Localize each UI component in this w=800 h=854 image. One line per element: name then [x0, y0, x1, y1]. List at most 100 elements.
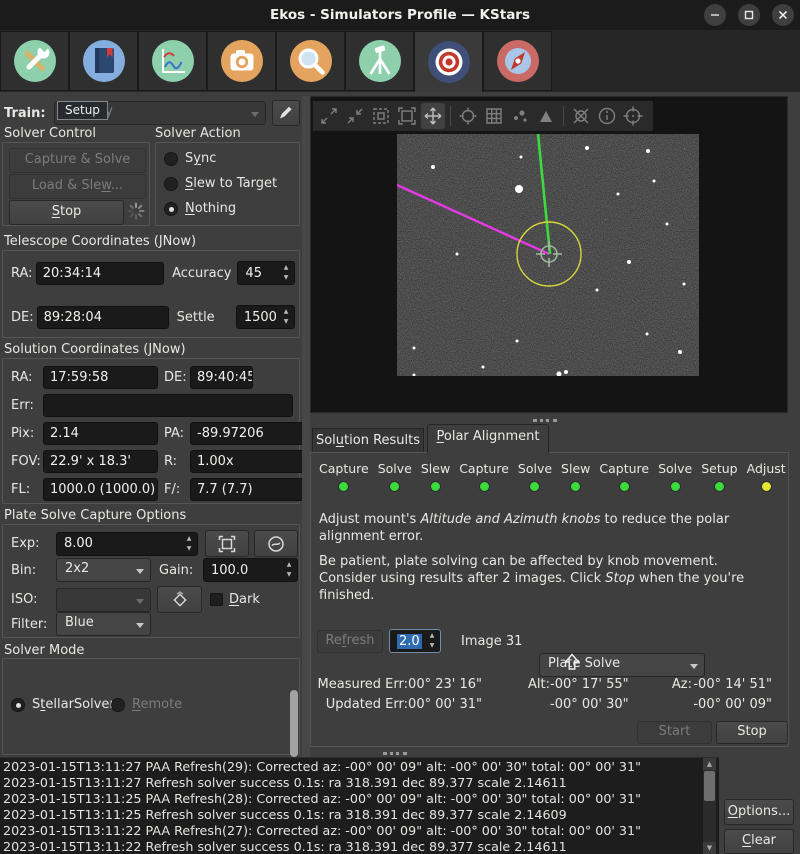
stage-status-dot: [389, 481, 400, 492]
live-rotation-button[interactable]: [254, 530, 298, 557]
scroll-thumb[interactable]: [704, 771, 715, 801]
solution-coords-title: Solution Coordinates (JNow): [4, 342, 186, 357]
solution-pix-field: 2.14: [43, 422, 158, 445]
zoom-in-icon[interactable]: [317, 103, 341, 129]
paa-stage: Solve: [378, 461, 412, 492]
stellarsolver-radio[interactable]: StellarSolver: [11, 697, 115, 712]
align-icon: [426, 39, 472, 85]
zoom-fit-icon[interactable]: [369, 103, 393, 129]
crosshair-icon[interactable]: [456, 103, 480, 129]
tab-analyze[interactable]: [138, 31, 207, 91]
paa-stage: Setup: [701, 461, 737, 492]
stage-status-dot: [338, 481, 349, 492]
train-label: Train:: [4, 106, 46, 121]
telescope-ra-field[interactable]: 20:34:14: [36, 262, 164, 285]
de-label: DE:: [11, 310, 37, 325]
exposure-spinbox[interactable]: 8.00▲▼: [56, 532, 198, 556]
sol-pix-label: Pix:: [11, 426, 43, 441]
grid-icon[interactable]: [482, 103, 506, 129]
tab-polar-alignment[interactable]: Polar Alignment: [427, 424, 549, 453]
panel-splitter[interactable]: [302, 96, 310, 757]
clear-button[interactable]: Clear: [724, 829, 794, 854]
az-value: -00° 14' 51": [692, 677, 772, 692]
detect-stars-icon[interactable]: [508, 103, 532, 129]
accuracy-label: Accuracy: [172, 266, 231, 281]
scroll-down-icon[interactable]: ▼: [703, 842, 716, 854]
ra-label: RA:: [11, 266, 36, 281]
minimize-button[interactable]: [704, 4, 726, 26]
tab-align[interactable]: [414, 31, 483, 92]
sync-radio[interactable]: Sync: [164, 151, 216, 166]
accuracy-spinbox[interactable]: 45▲▼: [237, 261, 295, 285]
solution-fov-field: 22.9' x 18.3': [43, 450, 158, 473]
toolbar-separator: [450, 106, 451, 126]
binning-select[interactable]: 2x2: [56, 558, 151, 582]
log-view[interactable]: 2023-01-15T13:11:27 PAA Refresh(29): Cor…: [0, 757, 719, 854]
load-slew-button[interactable]: Load & Slew...: [9, 174, 146, 199]
mark-stars-off-icon[interactable]: [569, 103, 593, 129]
dark-label: Dark: [229, 592, 260, 607]
tab-guide[interactable]: [483, 31, 552, 91]
info-icon[interactable]: [595, 103, 619, 129]
options-button[interactable]: Options...: [724, 799, 794, 825]
log-scrollbar[interactable]: ▲ ▼: [703, 758, 716, 854]
zoom-actual-icon[interactable]: [395, 103, 419, 129]
maximize-button[interactable]: [738, 4, 760, 26]
statistics-icon[interactable]: [534, 103, 558, 129]
capture-solve-button[interactable]: Capture & Solve: [9, 148, 146, 173]
log-line: 2023-01-15T13:11:25 Refresh solver succe…: [3, 807, 705, 823]
nothing-radio[interactable]: Nothing: [164, 201, 236, 216]
telescope-de-field[interactable]: 89:28:04: [37, 306, 169, 329]
solution-ra-field: 17:59:58: [43, 366, 158, 389]
solution-r-field: 1.00x: [190, 450, 307, 473]
tab-setup[interactable]: [0, 31, 69, 91]
settle-spinbox[interactable]: 1500▲▼: [236, 305, 295, 329]
left-panel-scrollbar[interactable]: [290, 690, 298, 757]
gain-spinbox[interactable]: 100.0▲▼: [203, 558, 298, 582]
solver-control-title: Solver Control: [4, 126, 96, 141]
paa-instruction-2: Be patient, plate solving can be affecte…: [319, 553, 777, 604]
stage-status-dot: [430, 481, 441, 492]
measured-err-value: 00° 23' 16": [408, 677, 482, 692]
stop-button[interactable]: Stop: [9, 200, 124, 225]
edit-train-button[interactable]: [272, 100, 300, 126]
updated-err-value: 00° 00' 31": [408, 697, 482, 712]
setup-tooltip: Setup: [57, 101, 108, 120]
stage-status-dot: [529, 481, 540, 492]
alignment-image[interactable]: [397, 134, 699, 376]
paa-stage: Solve: [658, 461, 692, 492]
close-button[interactable]: [772, 4, 794, 26]
refresh-rate-spinbox[interactable]: 2.0▲▼: [389, 629, 441, 653]
vertical-splitter-handle[interactable]: [533, 419, 557, 422]
start-button[interactable]: Start: [637, 721, 712, 744]
iso-select[interactable]: [56, 588, 151, 612]
error-readouts: Measured Err: 00° 23' 16" Alt: -00° 17' …: [316, 677, 772, 712]
titlebar[interactable]: Ekos - Simulators Profile — KStars: [0, 0, 800, 30]
tab-mount[interactable]: [345, 31, 414, 91]
solver-mode-title: Solver Mode: [4, 643, 84, 658]
refresh-button[interactable]: Refresh: [317, 630, 383, 653]
zoom-out-icon[interactable]: [343, 103, 367, 129]
tab-focus[interactable]: [276, 31, 345, 91]
fits-view[interactable]: [310, 96, 788, 413]
bin-label: Bin:: [11, 563, 56, 578]
solution-coords-group: RA: 17:59:58 DE: 89:40:45 Err: Pix: 2.14…: [2, 358, 300, 504]
tab-scheduler[interactable]: [69, 31, 138, 91]
tab-capture[interactable]: [207, 31, 276, 91]
center-telescope-icon[interactable]: [621, 103, 645, 129]
pan-icon[interactable]: [421, 103, 445, 129]
capture-roi-button[interactable]: [205, 530, 249, 557]
scroll-up-icon[interactable]: ▲: [703, 758, 716, 770]
dark-checkbox[interactable]: [210, 593, 223, 606]
filter-select[interactable]: Blue: [56, 612, 151, 636]
tab-solution-results[interactable]: Solution Results: [312, 428, 424, 454]
remote-radio[interactable]: Remote: [111, 697, 182, 712]
filter-settings-button[interactable]: [157, 586, 202, 613]
sol-r-label: R:: [164, 454, 188, 469]
gain-label: Gain:: [159, 563, 199, 578]
horizontal-splitter-handle[interactable]: [383, 752, 407, 755]
slew-to-target-radio[interactable]: Slew to Target: [164, 176, 277, 191]
log-line: 2023-01-15T13:11:25 PAA Refresh(28): Cor…: [3, 791, 705, 807]
solver-mode-group: StellarSolver Remote: [2, 658, 300, 755]
paa-stop-button[interactable]: Stop: [716, 721, 788, 744]
